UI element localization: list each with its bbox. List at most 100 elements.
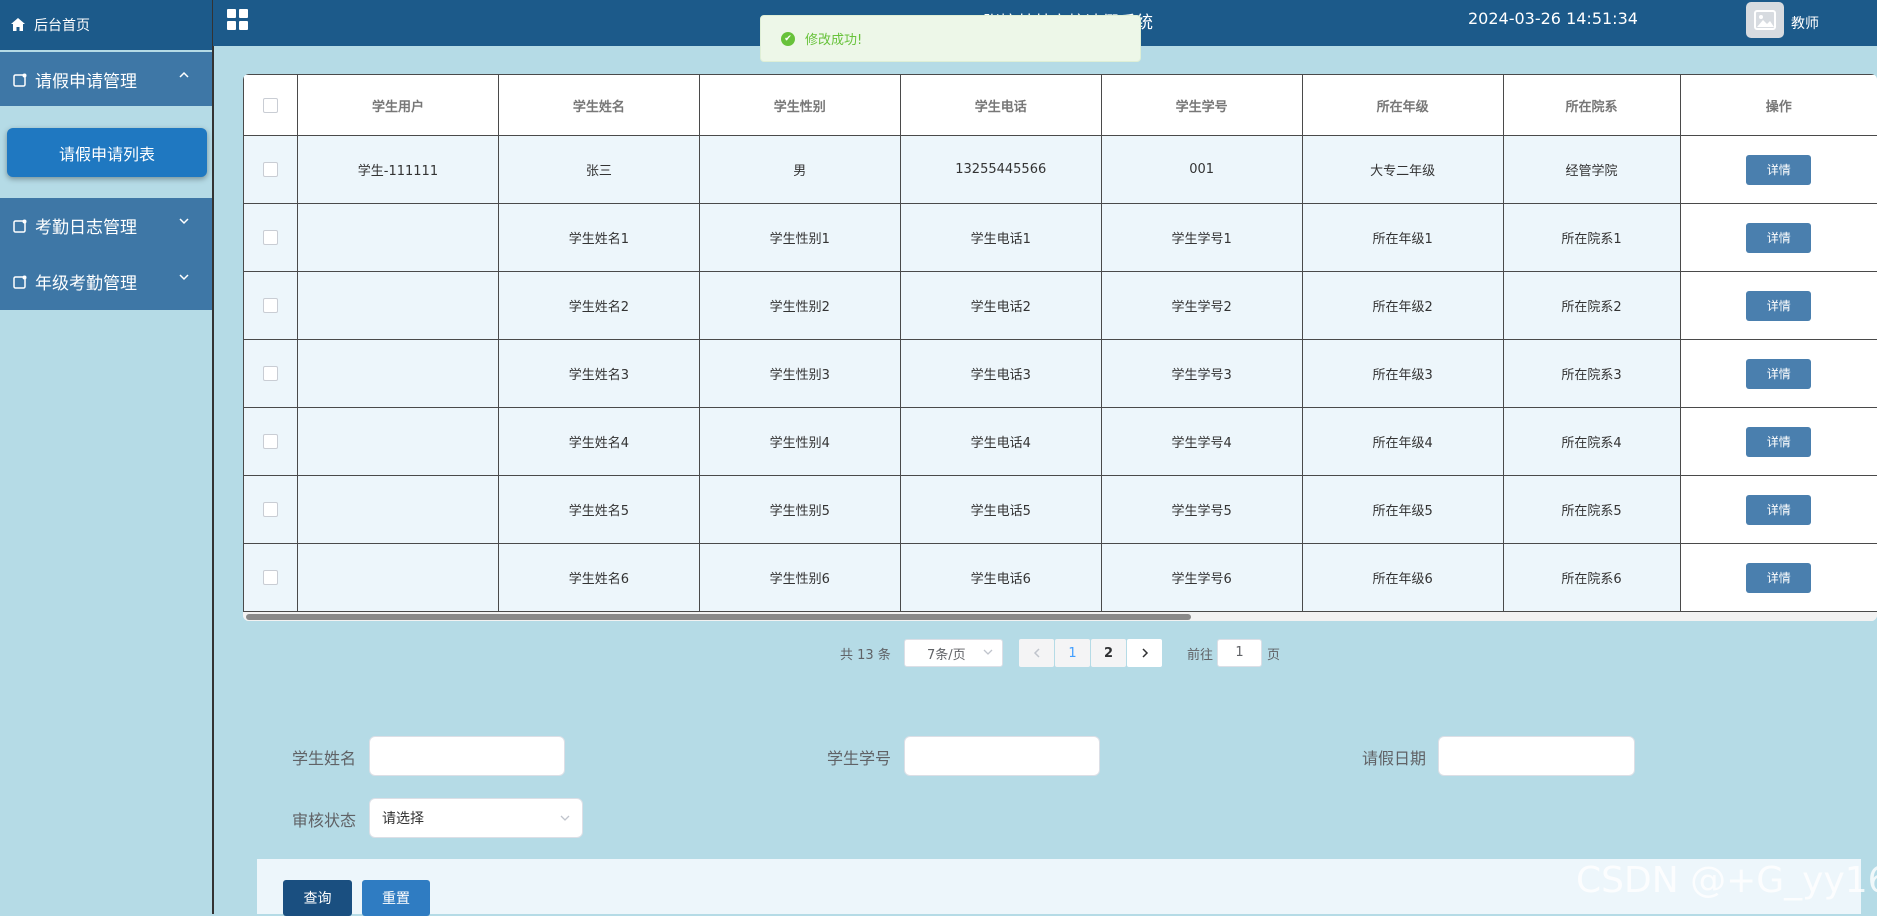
page-button-1[interactable]: 1 bbox=[1055, 639, 1090, 667]
table-cell: 经管学院 bbox=[1503, 136, 1680, 204]
student-name-input[interactable] bbox=[369, 736, 565, 776]
table-cell: 所在院系6 bbox=[1503, 544, 1680, 612]
table-cell: 学生性别1 bbox=[699, 204, 900, 272]
table-cell: 男 bbox=[699, 136, 900, 204]
sidebar-group-leave[interactable]: 请假申请管理 bbox=[0, 52, 212, 107]
table-row: 学生姓名5学生性别5学生电话5学生学号5所在年级5所在院系5详情 bbox=[244, 476, 1877, 544]
image-icon bbox=[1754, 10, 1776, 30]
table-row: 学生姓名3学生性别3学生电话3学生学号3所在年级3所在院系3详情 bbox=[244, 340, 1877, 408]
sidebar: 后台首页 请假申请管理 请假申请列表 考勤日志管理 年级考 bbox=[0, 0, 214, 914]
sidebar-item-leave-list[interactable]: 请假申请列表 bbox=[7, 128, 207, 177]
table-cell: 学生学号6 bbox=[1101, 544, 1302, 612]
success-toast: ✔ 修改成功! bbox=[760, 15, 1141, 62]
row-checkbox[interactable] bbox=[263, 570, 278, 585]
column-header: 操作 bbox=[1680, 75, 1877, 136]
action-cell: 详情 bbox=[1680, 136, 1877, 204]
row-checkbox[interactable] bbox=[263, 162, 278, 177]
sidebar-item-home-label: 后台首页 bbox=[34, 15, 90, 35]
sidebar-lower-groups: 考勤日志管理 年级考勤管理 bbox=[0, 198, 212, 310]
detail-button[interactable]: 详情 bbox=[1746, 155, 1811, 185]
select-all-checkbox[interactable] bbox=[263, 98, 278, 113]
sidebar-group-grade-attendance-label: 年级考勤管理 bbox=[35, 269, 137, 294]
sidebar-item-home[interactable]: 后台首页 bbox=[0, 0, 212, 50]
user-role: 教师 bbox=[1791, 13, 1819, 33]
table-cell: 学生姓名4 bbox=[498, 408, 699, 476]
table-cell: 学生学号3 bbox=[1101, 340, 1302, 408]
table-row: 学生姓名2学生性别2学生电话2学生学号2所在年级2所在院系2详情 bbox=[244, 272, 1877, 340]
table-cell: 学生电话3 bbox=[900, 340, 1101, 408]
leave-date-label: 请假日期 bbox=[1362, 745, 1426, 769]
table-row: 学生-111111张三男13255445566001大专二年级经管学院详情 bbox=[244, 136, 1877, 204]
menu-icon bbox=[12, 218, 28, 234]
row-checkbox[interactable] bbox=[263, 434, 278, 449]
sidebar-group-attendance-log[interactable]: 考勤日志管理 bbox=[0, 198, 212, 253]
action-cell: 详情 bbox=[1680, 272, 1877, 340]
table-cell bbox=[297, 476, 498, 544]
detail-button[interactable]: 详情 bbox=[1746, 359, 1811, 389]
table-cell: 张三 bbox=[498, 136, 699, 204]
detail-button[interactable]: 详情 bbox=[1746, 223, 1811, 253]
table-cell: 学生学号4 bbox=[1101, 408, 1302, 476]
scrollbar-thumb[interactable] bbox=[246, 614, 1191, 620]
detail-button[interactable]: 详情 bbox=[1746, 495, 1811, 525]
row-checkbox[interactable] bbox=[263, 366, 278, 381]
row-checkbox[interactable] bbox=[263, 230, 278, 245]
table-cell: 13255445566 bbox=[900, 136, 1101, 204]
detail-button[interactable]: 详情 bbox=[1746, 291, 1811, 321]
table-header-row: 学生用户 学生姓名 学生性别 学生电话 学生学号 所在年级 所在院系 操作 bbox=[244, 75, 1877, 136]
review-status-label: 审核状态 bbox=[292, 807, 356, 831]
sidebar-group-grade-attendance[interactable]: 年级考勤管理 bbox=[0, 254, 212, 309]
review-status-value: 请选择 bbox=[382, 808, 424, 828]
table-cell bbox=[297, 340, 498, 408]
chevron-left-icon bbox=[1031, 647, 1043, 659]
table-cell: 学生姓名3 bbox=[498, 340, 699, 408]
avatar[interactable] bbox=[1746, 2, 1784, 38]
student-id-input[interactable] bbox=[904, 736, 1100, 776]
sidebar-group-attendance-log-label: 考勤日志管理 bbox=[35, 213, 137, 238]
goto-page-input[interactable]: 1 bbox=[1217, 639, 1262, 667]
prev-page-button[interactable] bbox=[1019, 639, 1054, 667]
table-cell: 学生姓名5 bbox=[498, 476, 699, 544]
table-cell: 所在年级6 bbox=[1302, 544, 1503, 612]
query-button[interactable]: 查询 bbox=[283, 880, 352, 916]
horizontal-scrollbar[interactable] bbox=[243, 612, 1877, 621]
review-status-select[interactable]: 请选择 bbox=[369, 798, 583, 838]
column-header: 学生电话 bbox=[900, 75, 1101, 136]
table-cell bbox=[297, 204, 498, 272]
home-icon bbox=[10, 17, 26, 33]
table-cell: 学生性别6 bbox=[699, 544, 900, 612]
row-checkbox[interactable] bbox=[263, 502, 278, 517]
row-select-cell bbox=[244, 136, 298, 204]
table-cell: 所在年级3 bbox=[1302, 340, 1503, 408]
page-size-select[interactable]: 7条/页 bbox=[904, 639, 1003, 667]
table-cell: 所在院系2 bbox=[1503, 272, 1680, 340]
table-cell: 学生学号1 bbox=[1101, 204, 1302, 272]
detail-button[interactable]: 详情 bbox=[1746, 427, 1811, 457]
sidebar-group-leave-label: 请假申请管理 bbox=[35, 67, 137, 92]
chevron-down-icon bbox=[558, 811, 572, 829]
table-cell: 大专二年级 bbox=[1302, 136, 1503, 204]
pagination-total: 共 13 条 bbox=[840, 644, 891, 663]
next-page-button[interactable] bbox=[1127, 639, 1162, 667]
table-cell bbox=[297, 544, 498, 612]
select-all-cell bbox=[244, 75, 298, 136]
table-cell: 学生姓名6 bbox=[498, 544, 699, 612]
table-cell: 学生性别3 bbox=[699, 340, 900, 408]
table-cell: 所在院系5 bbox=[1503, 476, 1680, 544]
detail-button[interactable]: 详情 bbox=[1746, 563, 1811, 593]
chevron-down-icon bbox=[178, 215, 190, 231]
reset-button[interactable]: 重置 bbox=[362, 880, 430, 916]
grid-menu-icon[interactable] bbox=[227, 9, 249, 31]
action-cell: 详情 bbox=[1680, 340, 1877, 408]
chevron-down-icon bbox=[178, 271, 190, 287]
leave-date-input[interactable] bbox=[1438, 736, 1635, 776]
datetime-display: 2024-03-26 14:51:34 bbox=[1468, 9, 1638, 28]
page-button-2[interactable]: 2 bbox=[1091, 639, 1126, 667]
column-header: 学生学号 bbox=[1101, 75, 1302, 136]
table-cell: 所在院系1 bbox=[1503, 204, 1680, 272]
data-table-card: 学生用户 学生姓名 学生性别 学生电话 学生学号 所在年级 所在院系 操作 学生… bbox=[243, 74, 1877, 621]
row-checkbox[interactable] bbox=[263, 298, 278, 313]
table-cell: 学生电话1 bbox=[900, 204, 1101, 272]
watermark: CSDN @+G_yy163 bbox=[1576, 860, 1877, 901]
student-id-label: 学生学号 bbox=[827, 745, 891, 769]
